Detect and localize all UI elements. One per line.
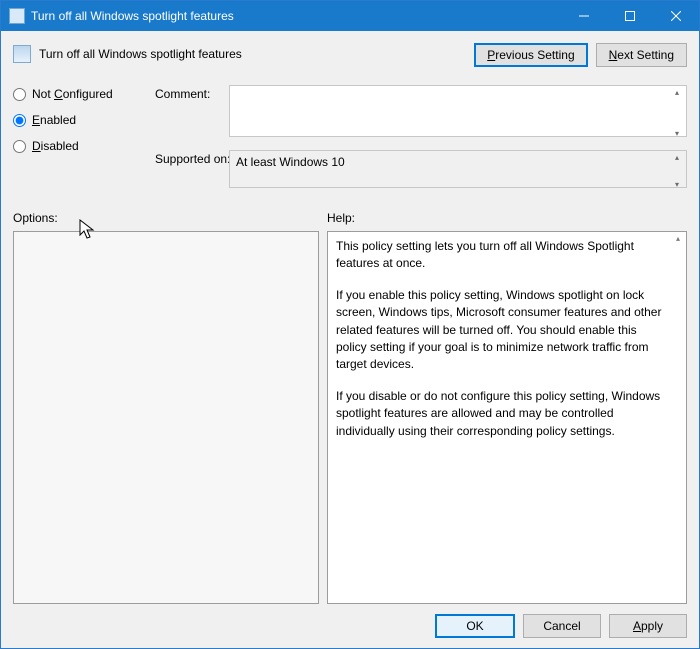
options-panel xyxy=(13,231,319,604)
apply-button[interactable]: Apply xyxy=(609,614,687,638)
chevron-up-icon: ▴ xyxy=(671,233,685,245)
close-button[interactable] xyxy=(653,1,699,31)
next-setting-button[interactable]: Next Setting xyxy=(596,43,687,67)
window-title: Turn off all Windows spotlight features xyxy=(31,9,561,23)
help-paragraph: If you enable this policy setting, Windo… xyxy=(336,287,670,374)
radio-not-configured-input[interactable] xyxy=(13,88,26,101)
state-radios: Not Configured Enabled Disabled xyxy=(13,85,153,191)
header-row: Turn off all Windows spotlight features … xyxy=(13,41,687,67)
policy-title: Turn off all Windows spotlight features xyxy=(39,47,242,61)
comment-box-wrap: ▴ ▾ xyxy=(229,85,687,140)
help-scrollbar[interactable]: ▴ xyxy=(671,233,685,602)
panels: This policy setting lets you turn off al… xyxy=(13,231,687,604)
options-label: Options: xyxy=(13,211,319,225)
nav-buttons: Previous Setting Next Setting xyxy=(474,41,687,67)
minimize-button[interactable] xyxy=(561,1,607,31)
radio-not-configured[interactable]: Not Configured xyxy=(13,87,153,101)
maximize-button[interactable] xyxy=(607,1,653,31)
help-label: Help: xyxy=(327,211,687,225)
client-area: Turn off all Windows spotlight features … xyxy=(1,31,699,648)
app-icon xyxy=(9,8,25,24)
help-paragraph: This policy setting lets you turn off al… xyxy=(336,238,670,273)
mid-labels: Options: Help: xyxy=(13,211,687,225)
supported-box-wrap: At least Windows 10 ▴ ▾ xyxy=(229,150,687,191)
ok-button[interactable]: OK xyxy=(435,614,515,638)
comment-textarea[interactable] xyxy=(229,85,687,137)
config-block: Not Configured Enabled Disabled Comment:… xyxy=(13,85,687,191)
gpedit-policy-dialog: Turn off all Windows spotlight features … xyxy=(0,0,700,649)
help-paragraph: If you disable or do not configure this … xyxy=(336,388,670,440)
radio-disabled-input[interactable] xyxy=(13,140,26,153)
supported-on-textarea: At least Windows 10 xyxy=(229,150,687,188)
comment-label: Comment: xyxy=(155,85,227,140)
supported-label: Supported on: xyxy=(155,150,227,191)
help-panel: This policy setting lets you turn off al… xyxy=(327,231,687,604)
cancel-button[interactable]: Cancel xyxy=(523,614,601,638)
previous-setting-button[interactable]: Previous Setting xyxy=(474,43,587,67)
titlebar: Turn off all Windows spotlight features xyxy=(1,1,699,31)
policy-icon xyxy=(13,45,31,63)
radio-enabled[interactable]: Enabled xyxy=(13,113,153,127)
radio-disabled[interactable]: Disabled xyxy=(13,139,153,153)
radio-enabled-input[interactable] xyxy=(13,114,26,127)
policy-heading: Turn off all Windows spotlight features xyxy=(13,41,242,63)
bottom-button-bar: OK Cancel Apply xyxy=(13,614,687,638)
